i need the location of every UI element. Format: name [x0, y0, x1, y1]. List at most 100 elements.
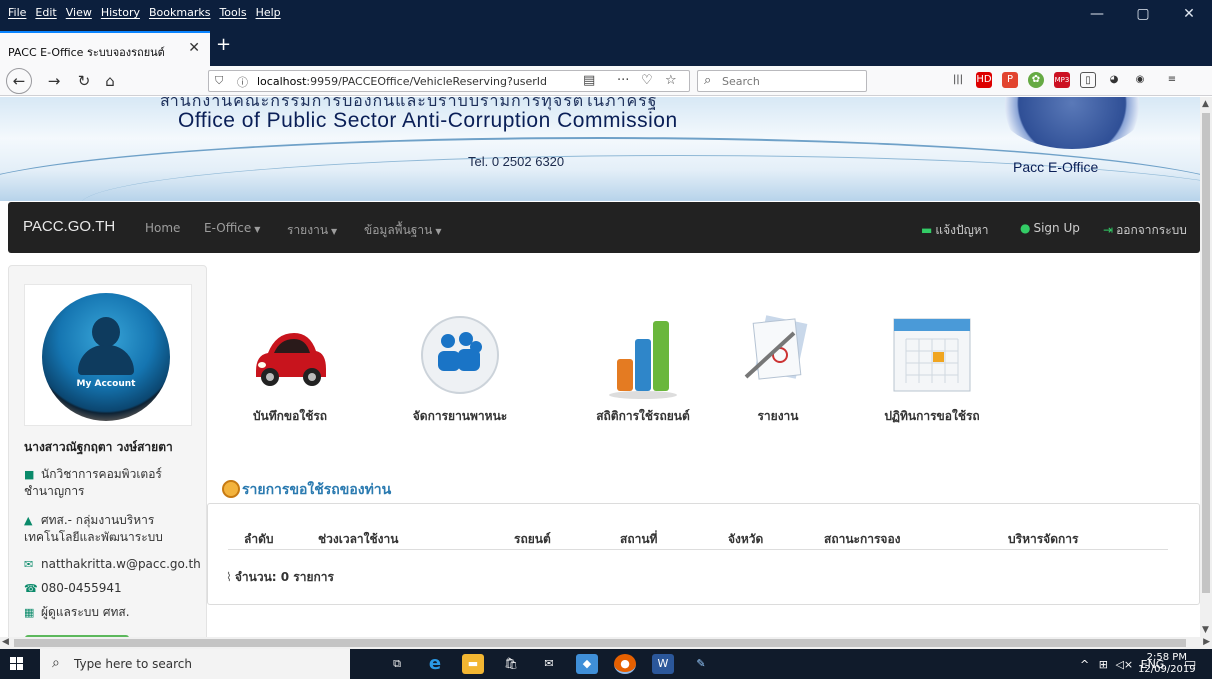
- manage-vehicles-label: จัดการยานพาหนะ: [412, 409, 508, 423]
- bookmark-star-icon[interactable]: ☆: [665, 73, 677, 88]
- volume-icon[interactable]: ◁×: [1115, 658, 1133, 671]
- navigation-toolbar: ← → ↻ ⌂ ⛉ ⓘ localhost:9959/PACCEOffice/V…: [0, 66, 1212, 96]
- nav-home[interactable]: Home: [145, 221, 180, 235]
- hd-extension-icon[interactable]: HD: [976, 72, 992, 88]
- nav-report-dropdown[interactable]: รายงาน ▼: [287, 221, 337, 240]
- menu-bookmarks[interactable]: Bookmarks: [149, 6, 210, 19]
- tray-chevron-icon[interactable]: ^: [1080, 658, 1089, 671]
- site-info-icon[interactable]: ⓘ: [237, 74, 248, 90]
- requests-table-header: ลำดับ ช่วงเวลาใช้งาน รถยนต์ สถานที่ จังห…: [228, 526, 1168, 550]
- edge-browser-icon[interactable]: e: [424, 654, 446, 674]
- vertical-scroll-thumb[interactable]: [1202, 113, 1210, 593]
- maximize-button[interactable]: ▢: [1120, 4, 1166, 24]
- menu-tools[interactable]: Tools: [219, 6, 246, 19]
- home-button[interactable]: ⌂: [100, 71, 120, 91]
- close-window-button[interactable]: ✕: [1166, 4, 1212, 24]
- mp3-extension-icon[interactable]: MP3: [1054, 72, 1070, 88]
- comment-icon: ▬: [921, 223, 933, 237]
- mail-icon[interactable]: ✉: [538, 654, 560, 674]
- firefox-icon[interactable]: ●: [614, 654, 636, 674]
- account-icon[interactable]: ◉: [1132, 72, 1148, 88]
- menu-history[interactable]: History: [101, 6, 140, 19]
- p-extension-icon[interactable]: P: [1002, 72, 1018, 88]
- reload-button[interactable]: ↻: [74, 71, 94, 91]
- reader-view-icon[interactable]: ▤: [583, 73, 595, 88]
- menu-help[interactable]: Help: [256, 6, 281, 19]
- library-icon[interactable]: |||: [950, 72, 966, 88]
- word-icon[interactable]: W: [652, 654, 674, 674]
- network-icon[interactable]: ⊞: [1099, 658, 1108, 671]
- scroll-down-arrow-icon[interactable]: ▼: [1202, 625, 1209, 635]
- navbar-brand[interactable]: PACC.GO.TH: [23, 218, 115, 235]
- nav-report-issue[interactable]: ▬ แจ้งปัญหา: [921, 221, 988, 240]
- store-icon[interactable]: 🛍: [500, 654, 522, 674]
- col-order: ลำดับ: [244, 532, 274, 546]
- nav-logout[interactable]: ⇥ ออกจากระบบ: [1103, 221, 1187, 240]
- report-menu[interactable]: รายงาน: [718, 311, 838, 441]
- record-request-menu[interactable]: บันทึกขอใช้รถ: [230, 311, 350, 441]
- menu-file[interactable]: File: [8, 6, 26, 19]
- paint-icon[interactable]: ✎: [690, 654, 712, 674]
- container-extension-icon[interactable]: ◕: [1106, 72, 1122, 88]
- user-phone: ☎ 080-0455941: [24, 580, 122, 597]
- usage-stats-menu[interactable]: สถิติการใช้รถยนต์: [583, 311, 703, 441]
- scroll-left-arrow-icon[interactable]: ◀: [2, 637, 9, 647]
- minimize-button[interactable]: —: [1074, 4, 1120, 24]
- user-position: ■ นักวิชาการคอมพิวเตอร์ ชำนาญการ: [24, 466, 194, 499]
- record-request-label: บันทึกขอใช้รถ: [252, 409, 328, 423]
- requests-title-text: รายการขอใช้รถของท่าน: [242, 482, 392, 498]
- forward-button[interactable]: →: [44, 71, 64, 91]
- nav-sign-up[interactable]: ● Sign Up: [1020, 221, 1080, 235]
- user-admin-link[interactable]: ▦ ผู้ดูแลระบบ ศทส.: [24, 604, 130, 621]
- manage-vehicles-menu[interactable]: จัดการยานพาหนะ: [400, 311, 520, 441]
- url-text[interactable]: localhost:9959/PACCEOffice/VehicleReserv…: [257, 75, 567, 88]
- booking-calendar-menu[interactable]: ปฏิทินการขอใช้รถ: [872, 311, 992, 441]
- pocket-icon[interactable]: ♡: [641, 73, 653, 88]
- hamburger-menu-icon[interactable]: ≡: [1164, 72, 1180, 88]
- nav-basedata-dropdown[interactable]: ข้อมูลพื้นฐาน ▼: [364, 221, 442, 240]
- menu-edit[interactable]: Edit: [35, 6, 56, 19]
- user-email: ✉ natthakritta.w@pacc.go.th: [24, 556, 201, 573]
- box-app-icon[interactable]: ◆: [576, 654, 598, 674]
- new-tab-button[interactable]: +: [216, 34, 231, 55]
- nav-eoffice-dropdown[interactable]: E-Office ▼: [204, 221, 260, 235]
- red-car-icon: [256, 333, 326, 386]
- alarm-clock-icon: [222, 480, 240, 498]
- briefcase-icon: ■: [24, 468, 35, 481]
- tracking-shield-icon[interactable]: ⛉: [215, 74, 223, 88]
- cookie-extension-icon[interactable]: ✿: [1028, 72, 1044, 88]
- taskbar-search[interactable]: ⌕ Type here to search: [40, 649, 350, 679]
- search-bar[interactable]: ⌕ Search: [697, 70, 867, 92]
- file-explorer-icon[interactable]: ▬: [462, 654, 484, 674]
- vertical-scrollbar[interactable]: ▲ ▼: [1200, 97, 1212, 637]
- menu-items: File Edit View History Bookmarks Tools H…: [8, 6, 281, 19]
- requests-section-title: รายการขอใช้รถของท่าน: [222, 479, 391, 501]
- page-actions-icon[interactable]: ···: [617, 73, 629, 88]
- col-place: สถานที่: [620, 532, 658, 546]
- user-icon: ●: [1020, 221, 1031, 235]
- col-manage: บริหารจัดการ: [1008, 532, 1079, 546]
- menu-view[interactable]: View: [66, 6, 92, 19]
- nav-basedata-label: ข้อมูลพื้นฐาน: [364, 223, 433, 237]
- url-bar[interactable]: ⛉ ⓘ localhost:9959/PACCEOffice/VehicleRe…: [208, 70, 690, 92]
- task-view-icon[interactable]: ⧉: [386, 654, 408, 674]
- my-account-avatar[interactable]: My Account: [42, 293, 170, 421]
- tab-active[interactable]: PACC E-Office ระบบจองรถยนต์ ✕: [0, 31, 210, 66]
- user-position-text: นักวิชาการคอมพิวเตอร์ ชำนาญการ: [24, 467, 162, 498]
- notification-center-icon[interactable]: ▭: [1184, 656, 1196, 671]
- horizontal-scrollbar[interactable]: ◀ ▶: [0, 637, 1212, 649]
- person-body-icon: [78, 345, 134, 375]
- sidebar-toggle-icon[interactable]: ▯: [1080, 72, 1096, 88]
- taskbar-search-placeholder: Type here to search: [74, 657, 192, 671]
- paperclip-icon: ⌇: [226, 570, 232, 584]
- pacc-seal-logo: [996, 97, 1148, 149]
- horizontal-scroll-thumb[interactable]: [14, 639, 1186, 647]
- tab-close-button[interactable]: ✕: [188, 40, 200, 56]
- back-button[interactable]: ←: [6, 68, 32, 94]
- caret-down-icon: ▼: [331, 227, 338, 236]
- scroll-up-arrow-icon[interactable]: ▲: [1202, 99, 1209, 109]
- scroll-right-arrow-icon[interactable]: ▶: [1203, 637, 1210, 647]
- banner-phone: Tel. 0 2502 6320: [468, 154, 565, 169]
- windows-start-icon[interactable]: [10, 657, 24, 671]
- nav-signup-label: Sign Up: [1033, 221, 1080, 235]
